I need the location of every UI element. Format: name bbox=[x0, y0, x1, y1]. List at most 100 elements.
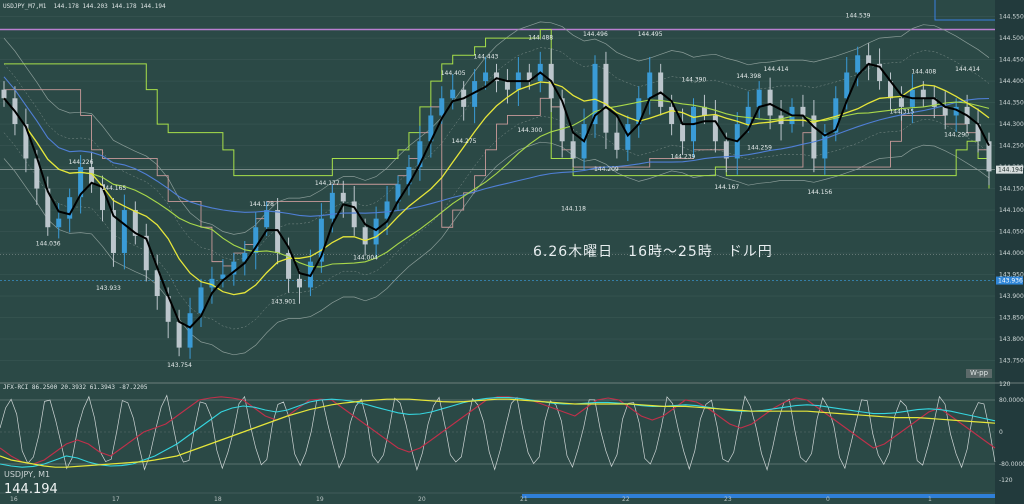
x-tick-label: 16 bbox=[10, 496, 18, 503]
y-tick-label: 143.800 bbox=[999, 336, 1024, 343]
x-tick-label: 19 bbox=[316, 496, 324, 503]
price-point-label: 143.933 bbox=[96, 285, 121, 292]
y-tick-label: 144.550 bbox=[999, 14, 1024, 21]
x-tick-label: 23 bbox=[724, 496, 732, 503]
x-tick-label: 21 bbox=[520, 496, 528, 503]
candle-body bbox=[723, 141, 729, 159]
candle-body bbox=[373, 218, 379, 245]
candle-body bbox=[658, 72, 664, 107]
candle-body bbox=[176, 321, 182, 348]
candle-body bbox=[800, 106, 806, 116]
oscillator-caption: JFX-RCI 86.2500 20.3932 61.3943 -87.2205 bbox=[3, 384, 148, 391]
candle-body bbox=[198, 287, 204, 314]
price-point-label: 144.165 bbox=[101, 185, 126, 192]
candle-body bbox=[614, 132, 620, 150]
price-point-label: 144.300 bbox=[517, 127, 542, 134]
blue-level-tag-text: 143.936 bbox=[998, 278, 1023, 285]
x-tick-label: 18 bbox=[214, 496, 222, 503]
price-point-label: 144.496 bbox=[583, 31, 608, 38]
candle-body bbox=[56, 218, 62, 228]
candle-body bbox=[669, 106, 675, 125]
x-tick-label: 17 bbox=[112, 496, 120, 503]
main-chart-caption: USDJPY_M7,M1 144.178 144.203 144.178 144… bbox=[3, 3, 166, 10]
candle-body bbox=[362, 227, 368, 245]
y-tick-label: 143.850 bbox=[999, 315, 1024, 322]
price-point-label: 143.754 bbox=[167, 362, 192, 369]
candle-body bbox=[712, 115, 718, 142]
candle-body bbox=[450, 89, 456, 99]
y-tick-label: 144.000 bbox=[999, 250, 1024, 257]
price-point-label: 144.209 bbox=[594, 166, 619, 173]
price-point-label: 143.901 bbox=[271, 299, 296, 306]
price-point-label: 144.177 bbox=[315, 180, 340, 187]
candle-body bbox=[855, 55, 861, 73]
x-tick-label: 22 bbox=[622, 496, 630, 503]
price-point-label: 144.128 bbox=[249, 201, 274, 208]
price-point-label: 144.408 bbox=[911, 69, 936, 76]
x-axis-highlight bbox=[522, 494, 995, 498]
candle-body bbox=[121, 210, 127, 254]
candle-body bbox=[745, 106, 751, 125]
bottom-price: 144.194 bbox=[4, 482, 58, 497]
y-tick-label: 144.400 bbox=[999, 78, 1024, 85]
price-point-label: 144.405 bbox=[441, 70, 466, 77]
candle-body bbox=[920, 89, 926, 99]
price-point-label: 144.167 bbox=[714, 184, 739, 191]
price-chart: 144.036 144.226 143.933 144.165 143.754 144.1… bbox=[0, 0, 1024, 504]
candle-body bbox=[603, 63, 609, 133]
candle-body bbox=[647, 72, 653, 99]
price-point-label: 144.488 bbox=[528, 34, 553, 41]
candle-body bbox=[351, 201, 357, 228]
price-point-label: 144.539 bbox=[846, 12, 871, 19]
price-point-label: 144.118 bbox=[561, 205, 586, 212]
price-point-label: 144.226 bbox=[69, 159, 94, 166]
osc-y-tick-label: 80.0000 bbox=[999, 397, 1024, 404]
candle-body bbox=[340, 192, 346, 202]
osc-y-tick-label: 120 bbox=[999, 381, 1011, 388]
price-point-label: 144.495 bbox=[638, 31, 663, 38]
price-point-label: 144.390 bbox=[682, 76, 707, 83]
candle-body bbox=[767, 89, 773, 116]
candle-body bbox=[625, 124, 631, 150]
candle-body bbox=[898, 98, 904, 107]
candle-body bbox=[483, 72, 489, 82]
y-tick-label: 144.250 bbox=[999, 143, 1024, 150]
candle-body bbox=[504, 81, 510, 90]
candle-body bbox=[264, 210, 270, 228]
price-point-label: 144.156 bbox=[807, 189, 832, 196]
osc-y-tick-label: -80.0000 bbox=[999, 461, 1024, 468]
price-point-label: 144.414 bbox=[955, 66, 980, 73]
y-tick-label: 143.750 bbox=[999, 358, 1024, 365]
price-point-label: 144.259 bbox=[747, 145, 772, 152]
candle-body bbox=[439, 98, 445, 116]
candle-body bbox=[756, 89, 762, 107]
x-tick-label: 0 bbox=[826, 496, 830, 503]
y-tick-label: 144.350 bbox=[999, 100, 1024, 107]
y-tick-label: 144.100 bbox=[999, 207, 1024, 214]
y-tick-label: 143.900 bbox=[999, 293, 1024, 300]
osc-y-tick-label: 0 bbox=[999, 429, 1003, 436]
chart-window: 144.036 144.226 143.933 144.165 143.754 144.1… bbox=[0, 0, 1024, 504]
candle-body bbox=[384, 201, 390, 219]
x-tick-label: 20 bbox=[418, 496, 426, 503]
candle-body bbox=[680, 124, 686, 142]
price-point-label: 144.398 bbox=[736, 73, 761, 80]
session-annotation: 6.26木曜日 16時～25時 ドル円 bbox=[533, 244, 773, 260]
price-point-label: 144.290 bbox=[944, 131, 969, 138]
candle-body bbox=[1, 89, 7, 99]
price-point-label: 144.275 bbox=[452, 138, 477, 145]
price-point-label: 144.004 bbox=[353, 254, 378, 261]
candle-body bbox=[986, 141, 992, 172]
candle-body bbox=[187, 313, 193, 348]
price-point-label: 144.443 bbox=[474, 54, 499, 61]
x-tick-label: 1 bbox=[928, 496, 932, 503]
candle-body bbox=[866, 55, 872, 64]
osc-y-tick-label: -120 bbox=[999, 477, 1013, 484]
price-point-label: 144.239 bbox=[671, 153, 696, 160]
bottom-symbol: USDJPY, M1 bbox=[4, 470, 51, 479]
y-tick-label: 144.450 bbox=[999, 57, 1024, 64]
price-point-label: 144.414 bbox=[764, 66, 789, 73]
price-point-label: 144.036 bbox=[36, 241, 61, 248]
candle-body bbox=[67, 197, 73, 219]
y-tick-label: 144.050 bbox=[999, 229, 1024, 236]
